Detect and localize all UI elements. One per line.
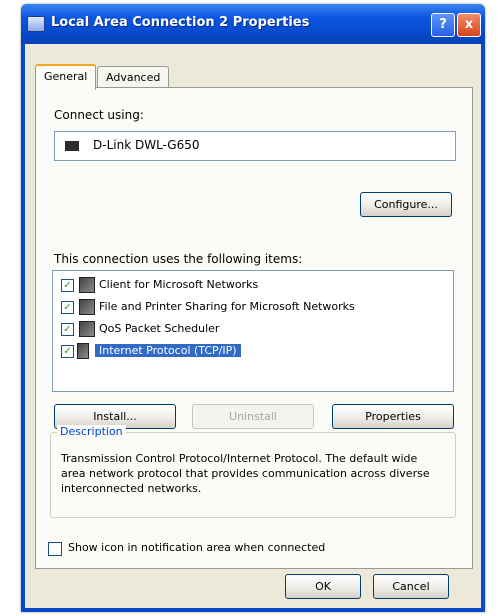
packet-scheduler-icon: [79, 321, 95, 337]
configure-button[interactable]: Configure...: [360, 192, 452, 217]
list-item-tcpip[interactable]: ✓ Internet Protocol (TCP/IP): [55, 341, 451, 361]
list-item-qos[interactable]: ✓ QoS Packet Scheduler: [55, 319, 451, 339]
items-label: This connection uses the following items…: [54, 252, 303, 266]
item-checkbox[interactable]: ✓: [61, 323, 74, 336]
description-title: Description: [57, 425, 126, 438]
tab-advanced[interactable]: Advanced: [97, 66, 170, 88]
close-button[interactable]: x: [457, 13, 481, 37]
item-checkbox[interactable]: ✓: [61, 279, 74, 292]
show-icon-label[interactable]: Show icon in notification area when conn…: [68, 541, 325, 554]
help-button[interactable]: ?: [431, 13, 455, 37]
uninstall-button[interactable]: Uninstall: [192, 404, 314, 429]
general-panel: Connect using: D-Link DWL-G650 Configure…: [35, 87, 473, 569]
network-adapter-icon: [65, 141, 79, 151]
item-label: File and Printer Sharing for Microsoft N…: [99, 300, 355, 313]
cancel-button[interactable]: Cancel: [373, 574, 449, 599]
tab-general[interactable]: General: [35, 64, 97, 90]
printer-sharing-icon: [79, 299, 95, 315]
description-text: Transmission Control Protocol/Internet P…: [61, 452, 430, 495]
item-label: Client for Microsoft Networks: [99, 278, 259, 291]
list-item-client[interactable]: ✓ Client for Microsoft Networks: [55, 275, 451, 295]
title-bar[interactable]: Local Area Connection 2 Properties ? x: [21, 4, 485, 44]
item-label: QoS Packet Scheduler: [99, 322, 220, 335]
list-item-sharing[interactable]: ✓ File and Printer Sharing for Microsoft…: [55, 297, 451, 317]
description-groupbox: Description Transmission Control Protoco…: [50, 425, 456, 518]
window-title: Local Area Connection 2 Properties: [51, 15, 310, 30]
network-client-icon: [79, 277, 95, 293]
dialog-body: General Advanced Connect using: D-Link D…: [25, 44, 481, 608]
protocol-icon: [77, 343, 89, 359]
network-connection-icon: [27, 16, 45, 32]
show-icon-checkbox[interactable]: [48, 542, 62, 556]
items-list[interactable]: ✓ Client for Microsoft Networks ✓ File a…: [52, 270, 454, 392]
item-label: Internet Protocol (TCP/IP): [95, 344, 241, 357]
item-checkbox[interactable]: ✓: [61, 345, 74, 358]
connect-using-label: Connect using:: [54, 108, 144, 122]
properties-window: Local Area Connection 2 Properties ? x G…: [21, 4, 485, 612]
item-checkbox[interactable]: ✓: [61, 301, 74, 314]
device-box: D-Link DWL-G650: [54, 131, 456, 161]
ok-button[interactable]: OK: [285, 574, 361, 599]
device-name: D-Link DWL-G650: [93, 138, 200, 152]
properties-button[interactable]: Properties: [332, 404, 454, 429]
